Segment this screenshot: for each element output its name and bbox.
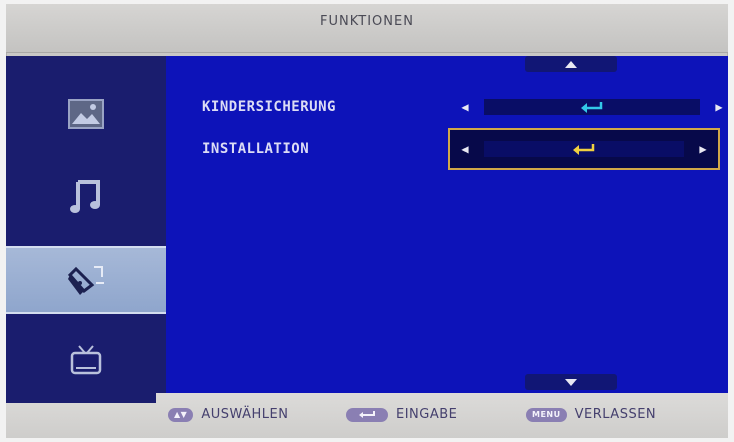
sidebar-item-tv[interactable] (6, 326, 166, 394)
arrow-right-icon[interactable]: ▶ (710, 100, 728, 114)
enter-icon (581, 102, 603, 113)
pen-settings-icon (67, 266, 104, 295)
scroll-down-button[interactable] (525, 374, 617, 390)
row-label-kindersicherung: KINDERSICHERUNG (202, 99, 336, 115)
enter-icon (573, 144, 595, 155)
title-bar: FUNKTIONEN (6, 4, 728, 53)
menu-row-installation[interactable]: INSTALLATION (202, 136, 309, 162)
tv-osd-frame: FUNKTIONEN KINDERSICHERUNG ◀ ▶ INSTALLAT… (6, 4, 728, 438)
hint-exit: MENU VERLASSEN (526, 407, 656, 422)
row-label-installation: INSTALLATION (202, 141, 310, 157)
arrow-right-icon[interactable]: ▶ (694, 142, 712, 156)
triangle-up-icon (565, 60, 577, 68)
enter-key-icon (346, 407, 388, 422)
updown-key-icon: ▲▼ (168, 407, 194, 422)
hint-enter: EINGABE (346, 407, 457, 422)
hint-exit-label: VERLASSEN (574, 407, 657, 422)
help-bar: ▲▼ AUSWÄHLEN EINGABE MENU VERLASSEN (6, 393, 728, 438)
installation-value[interactable]: ◀ ▶ (448, 128, 720, 170)
sidebar-item-sound[interactable] (6, 163, 166, 231)
music-note-icon (70, 180, 100, 213)
arrow-left-icon[interactable]: ◀ (456, 100, 474, 114)
scroll-up-button[interactable] (525, 56, 617, 72)
sidebar-item-functions[interactable] (6, 246, 166, 314)
triangle-down-icon (565, 378, 577, 386)
menu-row-kindersicherung[interactable]: KINDERSICHERUNG (202, 94, 336, 120)
sidebar-item-picture[interactable] (6, 80, 166, 148)
kindersicherung-value[interactable]: ◀ ▶ (456, 94, 728, 120)
sidebar (6, 56, 166, 393)
value-field (484, 141, 684, 157)
arrow-left-icon[interactable]: ◀ (456, 142, 474, 156)
hint-enter-label: EINGABE (396, 407, 458, 422)
menu-key-icon: MENU (526, 407, 567, 422)
page-title: FUNKTIONEN (320, 14, 414, 29)
sidebar-notch (6, 393, 156, 403)
tv-icon (70, 345, 102, 375)
value-field (484, 99, 700, 115)
menu-panel: KINDERSICHERUNG ◀ ▶ INSTALLATION ◀ ▶ (6, 56, 728, 393)
hint-select-label: AUSWÄHLEN (201, 407, 289, 422)
hint-select: ▲▼ AUSWÄHLEN (168, 407, 288, 422)
picture-icon (68, 99, 104, 129)
